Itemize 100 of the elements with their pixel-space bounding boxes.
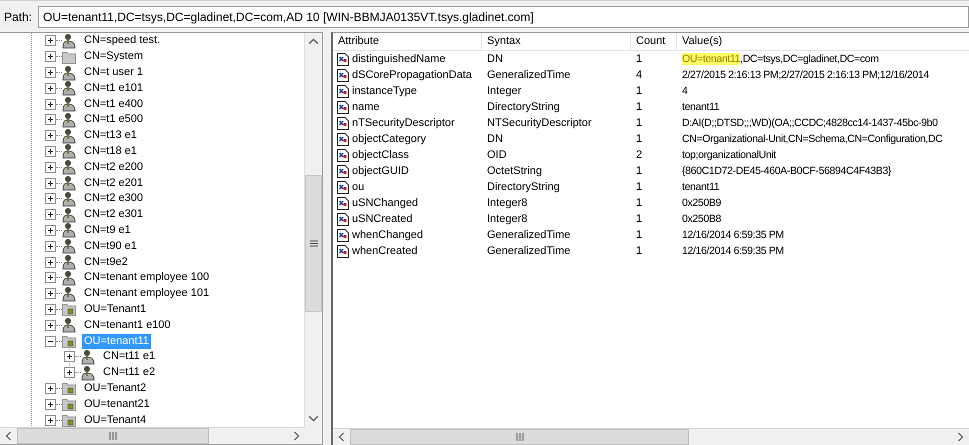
table-cell-text: 12/16/2014 6:59:35 PM bbox=[681, 228, 785, 243]
attribute-icon bbox=[337, 100, 349, 114]
column-header[interactable]: Attribute bbox=[333, 33, 482, 50]
table-cell-text: 1 bbox=[635, 116, 644, 131]
tree-item[interactable]: CN=speed test. bbox=[82, 33, 162, 48]
user-icon bbox=[62, 238, 76, 254]
tree-item[interactable]: CN=t1 e500 bbox=[82, 112, 146, 128]
expand-icon[interactable] bbox=[45, 114, 56, 126]
expand-icon[interactable] bbox=[45, 178, 56, 189]
tree-item[interactable]: OU=Tenant1 bbox=[82, 302, 148, 317]
tree-item[interactable]: CN=t13 e1 bbox=[82, 128, 139, 144]
expand-icon[interactable] bbox=[45, 256, 56, 268]
tree-item[interactable]: CN=t90 e1 bbox=[82, 238, 139, 254]
user-icon bbox=[62, 96, 76, 112]
expand-icon[interactable] bbox=[45, 98, 56, 110]
user-icon bbox=[81, 364, 95, 381]
vertical-scrollbar[interactable] bbox=[304, 33, 322, 427]
attribute-icon bbox=[337, 68, 349, 82]
table-cell-text: GeneralizedTime bbox=[486, 228, 572, 243]
table-cell-text: uSNChanged bbox=[352, 196, 418, 211]
attribute-icon bbox=[337, 196, 349, 210]
tree-item[interactable]: CN=t1 e400 bbox=[82, 96, 146, 112]
expand-icon[interactable] bbox=[45, 35, 56, 46]
expand-icon[interactable] bbox=[45, 224, 56, 236]
horizontal-scrollbar[interactable] bbox=[0, 427, 305, 444]
tree-item[interactable]: CN=t11 e1 bbox=[101, 349, 158, 364]
expand-icon[interactable] bbox=[45, 82, 56, 94]
table-cell-text: DirectoryString bbox=[486, 100, 561, 115]
path-field[interactable]: OU=tenant11,DC=tsys,DC=gladinet,DC=com,AD 10 [WIN-BBMJA0135VT.tsys.gladinet.com] bbox=[38, 6, 969, 28]
user-icon bbox=[62, 254, 76, 270]
table-cell-text: 1 bbox=[635, 196, 644, 211]
expand-icon[interactable] bbox=[45, 288, 56, 300]
tree-item[interactable]: CN=t2 e201 bbox=[82, 176, 146, 191]
column-header[interactable]: Count bbox=[631, 33, 677, 50]
user-icon bbox=[62, 206, 76, 223]
expand-icon[interactable] bbox=[64, 351, 75, 362]
attribute-icon bbox=[337, 148, 349, 162]
attribute-icon bbox=[337, 180, 349, 194]
table-cell-text: distinguishedName bbox=[352, 52, 446, 67]
attribute-icon bbox=[337, 52, 349, 66]
attribute-icon bbox=[337, 132, 349, 146]
expand-icon[interactable] bbox=[45, 272, 56, 284]
expand-icon[interactable] bbox=[45, 193, 56, 204]
expand-icon[interactable] bbox=[45, 146, 56, 157]
tree-item[interactable]: CN=t2 e200 bbox=[82, 160, 146, 175]
attribute-icon bbox=[337, 244, 349, 258]
user-icon bbox=[62, 159, 76, 176]
column-header[interactable]: Syntax bbox=[482, 33, 631, 50]
horizontal-scrollbar[interactable] bbox=[333, 428, 969, 445]
tree-item[interactable]: CN=t9 e1 bbox=[82, 222, 133, 238]
table-cell-text: tenant11 bbox=[681, 100, 720, 115]
tree-item[interactable]: CN=System bbox=[82, 49, 145, 64]
table-cell-text: 1 bbox=[635, 212, 644, 227]
table-cell-text: DirectoryString bbox=[486, 180, 561, 195]
expand-icon[interactable] bbox=[45, 320, 56, 331]
expand-icon[interactable] bbox=[45, 240, 56, 252]
path-label: Path: bbox=[4, 10, 32, 24]
table-cell-text: 1 bbox=[635, 180, 644, 195]
tree-item[interactable]: CN=tenant1 e100 bbox=[82, 318, 173, 333]
user-icon bbox=[81, 348, 95, 365]
column-header[interactable]: Value(s) bbox=[677, 33, 969, 50]
user-icon bbox=[62, 222, 76, 238]
expand-icon[interactable] bbox=[45, 130, 56, 142]
user-icon bbox=[62, 190, 76, 207]
expand-icon[interactable] bbox=[45, 414, 56, 426]
collapse-icon[interactable] bbox=[45, 336, 56, 347]
expand-icon[interactable] bbox=[45, 209, 56, 220]
expand-icon[interactable] bbox=[45, 382, 56, 394]
tree-item[interactable]: CN=t18 e1 bbox=[82, 144, 139, 159]
table-cell-text: DN bbox=[486, 132, 504, 147]
table-cell-text: dSCorePropagationData bbox=[352, 68, 472, 83]
table-cell-text: DN bbox=[486, 52, 504, 67]
user-icon bbox=[62, 286, 76, 302]
user-icon bbox=[62, 128, 76, 144]
table-cell-text: CN=Organizational-Unit,CN=Schema,CN=Configuration,DC bbox=[681, 132, 944, 147]
tree-item[interactable]: CN=t11 e2 bbox=[101, 365, 158, 380]
table-cell-text: 1 bbox=[635, 84, 644, 99]
tree-item[interactable]: CN=t2 e301 bbox=[82, 207, 146, 222]
tree-item[interactable]: CN=t9e2 bbox=[82, 254, 130, 270]
tree-item[interactable]: OU=Tenant4 bbox=[82, 412, 148, 427]
tree-item[interactable]: CN=t2 e300 bbox=[82, 191, 146, 206]
table-cell-text: 4 bbox=[681, 84, 688, 99]
expand-icon[interactable] bbox=[45, 66, 56, 78]
expand-icon[interactable] bbox=[45, 398, 56, 410]
user-icon bbox=[62, 175, 76, 192]
tree-item[interactable]: CN=t user 1 bbox=[82, 64, 145, 80]
tree-item[interactable]: OU=Tenant2 bbox=[82, 380, 148, 396]
table-cell-text: ou bbox=[352, 180, 364, 195]
expand-icon[interactable] bbox=[45, 51, 56, 62]
expand-icon[interactable] bbox=[45, 162, 56, 173]
tree-item[interactable]: CN=tenant employee 101 bbox=[82, 286, 212, 302]
tree-item[interactable]: CN=tenant employee 100 bbox=[82, 270, 212, 286]
user-icon bbox=[62, 317, 76, 334]
attribute-icon bbox=[337, 164, 349, 178]
expand-icon[interactable] bbox=[45, 304, 56, 315]
table-cell-text: uSNCreated bbox=[352, 212, 413, 227]
user-icon bbox=[62, 270, 76, 286]
tree-item[interactable]: OU=tenant21 bbox=[82, 396, 152, 412]
tree-item[interactable]: CN=t1 e101 bbox=[82, 80, 146, 96]
expand-icon[interactable] bbox=[64, 367, 75, 378]
